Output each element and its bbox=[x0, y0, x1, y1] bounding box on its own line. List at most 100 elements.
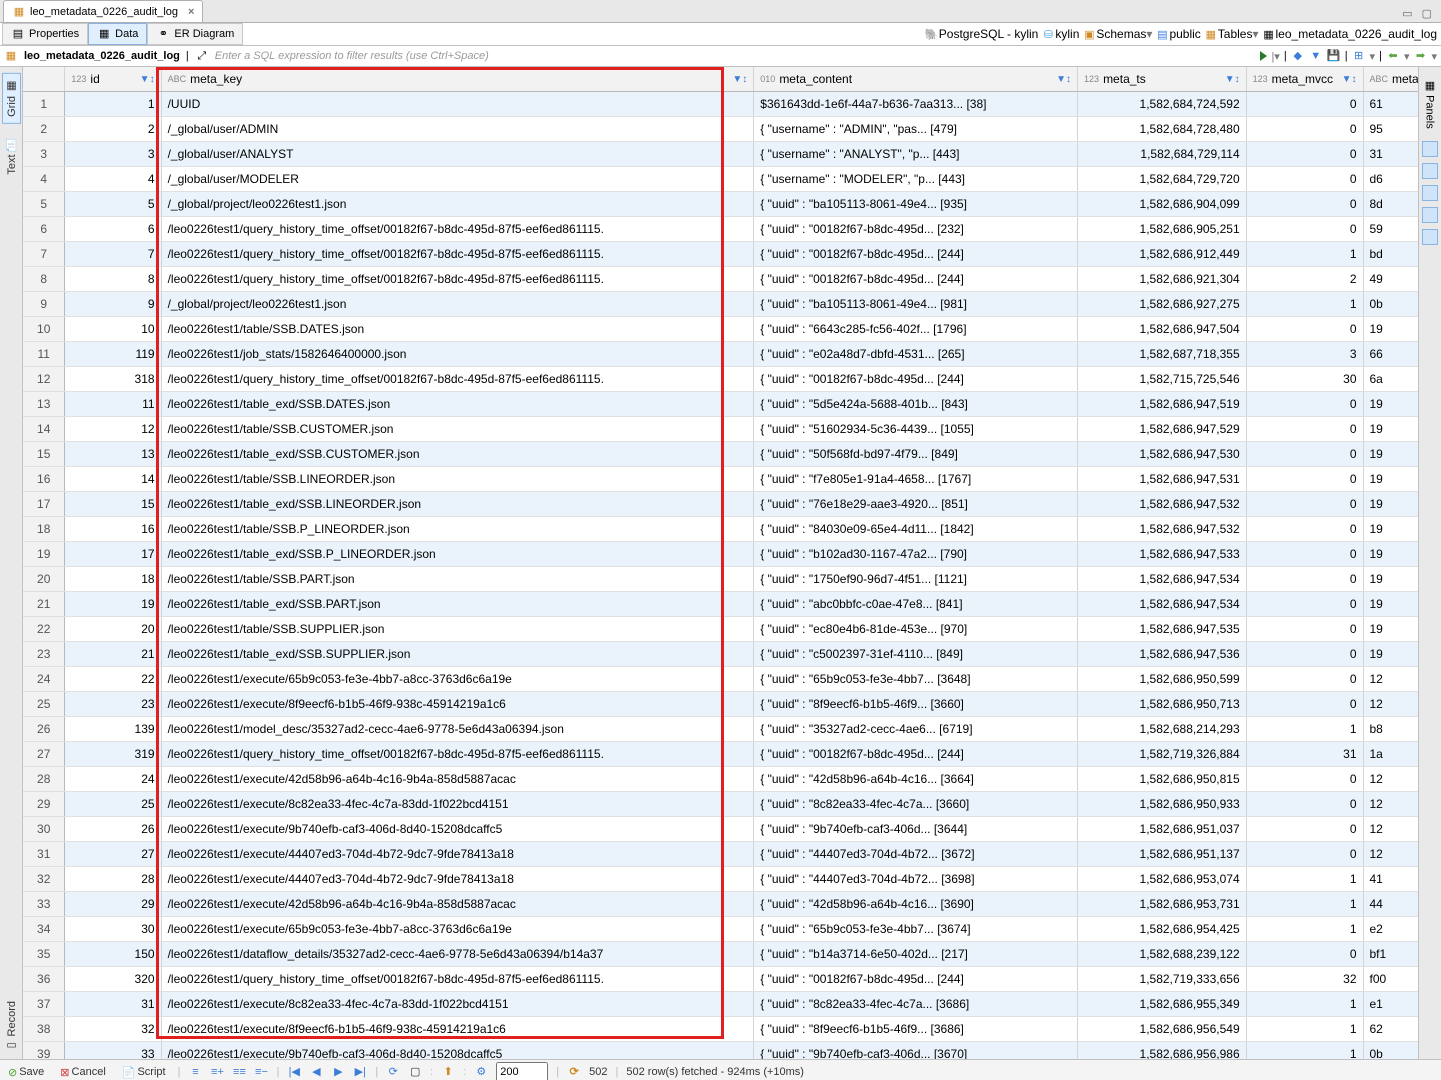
row-number[interactable]: 9 bbox=[23, 292, 65, 317]
cell-id[interactable]: 16 bbox=[65, 517, 161, 542]
cell-meta-mvcc[interactable]: 1 bbox=[1246, 892, 1363, 917]
breadcrumb-db[interactable]: 🐘PostgreSQL - kylin bbox=[925, 27, 1039, 42]
cell-meta-ts[interactable]: 1,582,686,954,425 bbox=[1078, 917, 1247, 942]
cell-meta-ts[interactable]: 1,582,719,326,884 bbox=[1078, 742, 1247, 767]
panel-icon-1[interactable] bbox=[1422, 141, 1438, 157]
cell-meta-key[interactable]: /leo0226test1/table/SSB.PART.json bbox=[161, 567, 754, 592]
filter-icon[interactable]: ▼↕ bbox=[1225, 74, 1240, 85]
cell-meta-key[interactable]: /leo0226test1/query_history_time_offset/… bbox=[161, 367, 754, 392]
cell-meta-mvcc[interactable]: 0 bbox=[1246, 442, 1363, 467]
row-number[interactable]: 39 bbox=[23, 1042, 65, 1060]
cell-id[interactable]: 7 bbox=[65, 242, 161, 267]
cell-meta-ts[interactable]: 1,582,686,947,531 bbox=[1078, 467, 1247, 492]
window-controls[interactable]: ▭ ▢ bbox=[1396, 5, 1441, 22]
cell-meta-ts[interactable]: 1,582,686,956,986 bbox=[1078, 1042, 1247, 1060]
row-number[interactable]: 29 bbox=[23, 792, 65, 817]
save-button[interactable]: ⊘Save bbox=[4, 1065, 48, 1080]
cell-meta-content[interactable]: { "uuid" : "42d58b96-a64b-4c16... [3690] bbox=[754, 892, 1078, 917]
cell-meta-mvcc[interactable]: 0 bbox=[1246, 467, 1363, 492]
panel-icon-3[interactable] bbox=[1422, 185, 1438, 201]
cell-meta-key[interactable]: /leo0226test1/table/SSB.CUSTOMER.json bbox=[161, 417, 754, 442]
cell-meta-key[interactable]: /_global/user/ADMIN bbox=[161, 117, 754, 142]
col-meta-key[interactable]: ABC meta_key▼↕ bbox=[161, 67, 754, 92]
cell-meta-mvcc[interactable]: 0 bbox=[1246, 117, 1363, 142]
table-row[interactable]: 35150/leo0226test1/dataflow_details/3532… bbox=[23, 942, 1441, 967]
cell-meta-key[interactable]: /leo0226test1/execute/9b740efb-caf3-406d… bbox=[161, 817, 754, 842]
cell-meta-content[interactable]: { "uuid" : "b102ad30-1167-47a2... [790] bbox=[754, 542, 1078, 567]
cell-meta-ts[interactable]: 1,582,684,728,480 bbox=[1078, 117, 1247, 142]
cell-id[interactable]: 9 bbox=[65, 292, 161, 317]
cell-meta-ts[interactable]: 1,582,686,950,815 bbox=[1078, 767, 1247, 792]
cell-meta-ts[interactable]: 1,582,686,947,504 bbox=[1078, 317, 1247, 342]
cell-meta-key[interactable]: /leo0226test1/execute/9b740efb-caf3-406d… bbox=[161, 1042, 754, 1060]
panel-icon-5[interactable] bbox=[1422, 229, 1438, 245]
row-number[interactable]: 35 bbox=[23, 942, 65, 967]
cell-meta-ts[interactable]: 1,582,686,947,535 bbox=[1078, 617, 1247, 642]
cell-id[interactable]: 32 bbox=[65, 1017, 161, 1042]
cell-id[interactable]: 5 bbox=[65, 192, 161, 217]
cell-meta-ts[interactable]: 1,582,719,333,656 bbox=[1078, 967, 1247, 992]
table-row[interactable]: 11119/leo0226test1/job_stats/15826464000… bbox=[23, 342, 1441, 367]
table-row[interactable]: 1010/leo0226test1/table/SSB.DATES.json{ … bbox=[23, 317, 1441, 342]
row-number[interactable]: 32 bbox=[23, 867, 65, 892]
cell-meta-content[interactable]: { "uuid" : "8f9eecf6-b1b5-46f9... [3686] bbox=[754, 1017, 1078, 1042]
filter-icon[interactable]: ▼↕ bbox=[732, 74, 747, 85]
cell-meta-key[interactable]: /leo0226test1/query_history_time_offset/… bbox=[161, 217, 754, 242]
cell-id[interactable]: 12 bbox=[65, 417, 161, 442]
cell-meta-ts[interactable]: 1,582,686,947,532 bbox=[1078, 492, 1247, 517]
cell-meta-ts[interactable]: 1,582,686,905,251 bbox=[1078, 217, 1247, 242]
cell-id[interactable]: 119 bbox=[65, 342, 161, 367]
cell-id[interactable]: 319 bbox=[65, 742, 161, 767]
row-number[interactable]: 22 bbox=[23, 617, 65, 642]
apply-filter-button[interactable] bbox=[1260, 51, 1267, 61]
tab-data[interactable]: ▦Data bbox=[88, 23, 147, 45]
cell-meta-ts[interactable]: 1,582,686,927,275 bbox=[1078, 292, 1247, 317]
cell-meta-mvcc[interactable]: 0 bbox=[1246, 417, 1363, 442]
filter-input[interactable]: Enter a SQL expression to filter results… bbox=[215, 50, 489, 62]
cell-meta-ts[interactable]: 1,582,687,718,355 bbox=[1078, 342, 1247, 367]
cell-meta-mvcc[interactable]: 1 bbox=[1246, 1017, 1363, 1042]
cell-meta-key[interactable]: /_global/project/leo0226test1.json bbox=[161, 292, 754, 317]
table-row[interactable]: 2422/leo0226test1/execute/65b9c053-fe3e-… bbox=[23, 667, 1441, 692]
cell-meta-content[interactable]: $361643dd-1e6f-44a7-b636-7aa313... [38] bbox=[754, 92, 1078, 117]
cell-meta-mvcc[interactable]: 0 bbox=[1246, 817, 1363, 842]
cell-meta-content[interactable]: { "username" : "ADMIN", "pas... [479] bbox=[754, 117, 1078, 142]
nav-fwd-icon[interactable]: ➡ bbox=[1413, 49, 1427, 63]
cell-id[interactable]: 8 bbox=[65, 267, 161, 292]
cell-meta-mvcc[interactable]: 0 bbox=[1246, 692, 1363, 717]
table-row[interactable]: 88/leo0226test1/query_history_time_offse… bbox=[23, 267, 1441, 292]
cell-meta-mvcc[interactable]: 0 bbox=[1246, 592, 1363, 617]
cell-meta-content[interactable]: { "uuid" : "ba105113-8061-49e4... [935] bbox=[754, 192, 1078, 217]
table-row[interactable]: 1917/leo0226test1/table_exd/SSB.P_LINEOR… bbox=[23, 542, 1441, 567]
cell-id[interactable]: 18 bbox=[65, 567, 161, 592]
row-number[interactable]: 4 bbox=[23, 167, 65, 192]
cell-meta-mvcc[interactable]: 32 bbox=[1246, 967, 1363, 992]
row-number[interactable]: 2 bbox=[23, 117, 65, 142]
last-page-icon[interactable]: ▶| bbox=[353, 1065, 367, 1079]
cell-meta-key[interactable]: /leo0226test1/model_desc/35327ad2-cecc-4… bbox=[161, 717, 754, 742]
tab-properties[interactable]: ▤Properties bbox=[2, 23, 88, 45]
table-row[interactable]: 44/_global/user/MODELER{ "username" : "M… bbox=[23, 167, 1441, 192]
data-grid[interactable]: 123 id▼↕ ABC meta_key▼↕ 010 meta_content… bbox=[23, 67, 1441, 1059]
table-row[interactable]: 3731/leo0226test1/execute/8c82ea33-4fec-… bbox=[23, 992, 1441, 1017]
cell-meta-content[interactable]: { "uuid" : "c5002397-31ef-4110... [849] bbox=[754, 642, 1078, 667]
table-row[interactable]: 3329/leo0226test1/execute/42d58b96-a64b-… bbox=[23, 892, 1441, 917]
row-number[interactable]: 28 bbox=[23, 767, 65, 792]
cell-meta-mvcc[interactable]: 31 bbox=[1246, 742, 1363, 767]
cell-meta-key[interactable]: /leo0226test1/query_history_time_offset/… bbox=[161, 242, 754, 267]
cell-meta-mvcc[interactable]: 0 bbox=[1246, 617, 1363, 642]
cell-meta-ts[interactable]: 1,582,686,904,099 bbox=[1078, 192, 1247, 217]
table-row[interactable]: 55/_global/project/leo0226test1.json{ "u… bbox=[23, 192, 1441, 217]
cell-meta-key[interactable]: /leo0226test1/execute/65b9c053-fe3e-4bb7… bbox=[161, 917, 754, 942]
cell-meta-key[interactable]: /leo0226test1/execute/8c82ea33-4fec-4c7a… bbox=[161, 992, 754, 1017]
table-row[interactable]: 3933/leo0226test1/execute/9b740efb-caf3-… bbox=[23, 1042, 1441, 1060]
cell-meta-key[interactable]: /leo0226test1/table/SSB.LINEORDER.json bbox=[161, 467, 754, 492]
table-row[interactable]: 3832/leo0226test1/execute/8f9eecf6-b1b5-… bbox=[23, 1017, 1441, 1042]
cell-meta-content[interactable]: { "uuid" : "00182f67-b8dc-495d... [232] bbox=[754, 217, 1078, 242]
cell-meta-content[interactable]: { "uuid" : "8f9eecf6-b1b5-46f9... [3660] bbox=[754, 692, 1078, 717]
cell-meta-content[interactable]: { "uuid" : "65b9c053-fe3e-4bb7... [3674] bbox=[754, 917, 1078, 942]
table-row[interactable]: 66/leo0226test1/query_history_time_offse… bbox=[23, 217, 1441, 242]
row-number[interactable]: 25 bbox=[23, 692, 65, 717]
cell-id[interactable]: 320 bbox=[65, 967, 161, 992]
cell-meta-ts[interactable]: 1,582,686,947,532 bbox=[1078, 517, 1247, 542]
